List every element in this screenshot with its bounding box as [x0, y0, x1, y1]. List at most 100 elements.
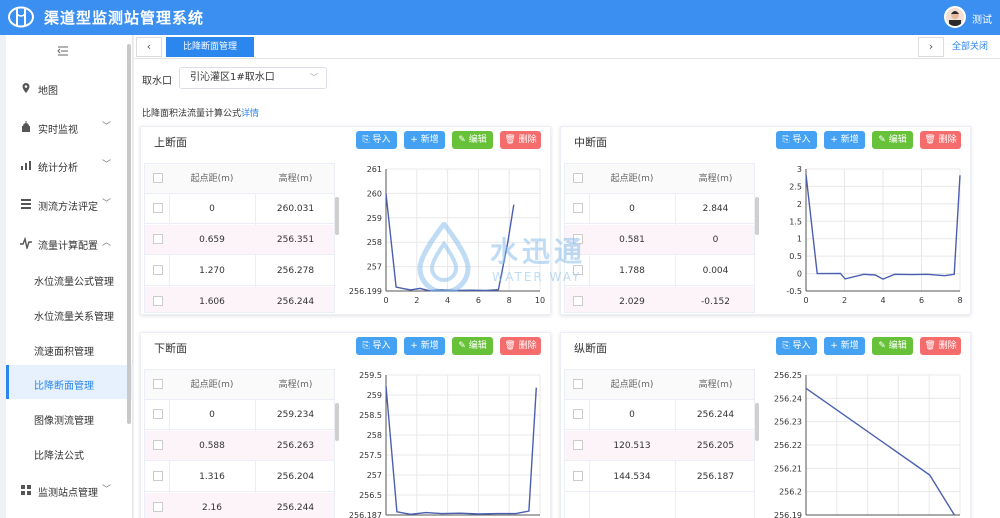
table-scrollbar[interactable] — [335, 403, 339, 441]
sidebar-item-stations[interactable]: 监测站点管理 ﹀ — [6, 475, 133, 505]
edit-button[interactable]: ✎ 编辑 — [452, 337, 493, 355]
add-button[interactable]: + 新增 — [404, 337, 445, 355]
select-all-checkbox[interactable] — [573, 379, 583, 389]
table-row[interactable]: 144.534 256.187 — [565, 462, 754, 492]
select-all-checkbox[interactable] — [153, 173, 163, 183]
row-checkbox[interactable] — [153, 234, 163, 244]
table-row[interactable]: 1.788 0.004 — [565, 256, 754, 286]
formula-detail-link[interactable]: 详情 — [241, 109, 259, 119]
edit-button[interactable]: ✎ 编辑 — [452, 131, 493, 149]
row-checkbox[interactable] — [153, 296, 163, 306]
import-label: 导入 — [372, 135, 391, 145]
sidebar-item-method[interactable]: 测流方法评定 ﹀ — [6, 189, 133, 219]
table-scrollbar[interactable] — [755, 403, 759, 441]
row-checkbox[interactable] — [153, 440, 163, 450]
x-tick-label: 8 — [507, 296, 512, 305]
row-checkbox[interactable] — [573, 234, 583, 244]
close-all-tabs-button[interactable]: 全部关闭 — [952, 39, 988, 52]
y-tick-label: 3 — [797, 165, 802, 174]
tab-prev-button[interactable]: ‹ — [136, 37, 162, 57]
section-table: 起点距(m) 高程(m) 0 260.031 0.659 256.351 1.2… — [144, 163, 335, 313]
cell-elevation: 256.244 — [276, 503, 315, 513]
import-button[interactable]: ⎘ 导入 — [776, 337, 817, 355]
import-button[interactable]: ⎘ 导入 — [356, 337, 397, 355]
sidebar-scrollbar[interactable] — [127, 44, 131, 424]
table-row[interactable]: 0 2.844 — [565, 194, 754, 224]
edit-label: 编辑 — [888, 135, 907, 145]
table-row[interactable]: 1.270 256.278 — [145, 256, 334, 286]
table-row[interactable]: 0 259.234 — [145, 400, 334, 430]
select-all-checkbox[interactable] — [153, 379, 163, 389]
sidebar-sub-slope-formula[interactable]: 比降法公式 — [6, 438, 133, 468]
row-checkbox[interactable] — [573, 440, 583, 450]
line-chart: 32.521.510.50-0.50 2 4 6 8 — [786, 165, 962, 305]
y-tick-label: 256.25 — [774, 371, 802, 380]
cell-elevation: 256.263 — [276, 441, 315, 451]
sidebar-sub-image-flow[interactable]: 图像测流管理 — [6, 403, 133, 433]
sidebar-sub-velocity-area[interactable]: 流速面积管理 — [6, 334, 133, 364]
import-button[interactable]: ⎘ 导入 — [776, 131, 817, 149]
edit-button[interactable]: ✎ 编辑 — [872, 337, 913, 355]
sidebar-sub-formula[interactable]: 水位流量公式管理 — [6, 264, 133, 294]
delete-label: 删除 — [518, 135, 537, 145]
tab-next-button[interactable]: › — [918, 37, 944, 57]
table-row[interactable]: 120.513 256.205 — [565, 431, 754, 461]
user-name[interactable]: 测试 — [972, 11, 992, 26]
table-scrollbar[interactable] — [755, 197, 759, 235]
menu-collapse-icon[interactable] — [56, 44, 70, 58]
section-panel: 中断面 ⎘ 导入 + 新增 ✎ 编辑 🗑 删除 起点距(m) 高程(m) 0 2… — [560, 126, 971, 315]
sidebar-item-label: 统计分析 — [38, 163, 78, 174]
table-row[interactable]: 0.588 256.263 — [145, 431, 334, 461]
sidebar-item-realtime[interactable]: 实时监视 ﹀ — [6, 112, 133, 142]
sidebar-item-stats[interactable]: 统计分析 ﹀ — [6, 150, 133, 180]
avatar[interactable] — [944, 6, 966, 28]
table-row[interactable]: 0 256.244 — [565, 400, 754, 430]
table-row[interactable]: 1.606 256.244 — [145, 287, 334, 312]
row-checkbox[interactable] — [153, 409, 163, 419]
add-label: 新增 — [840, 135, 859, 145]
table-row[interactable]: 2.029 -0.152 — [565, 287, 754, 312]
add-button[interactable]: + 新增 — [824, 131, 865, 149]
y-tick-label: 259.5 — [359, 371, 382, 380]
row-checkbox[interactable] — [573, 203, 583, 213]
row-checkbox[interactable] — [573, 471, 583, 481]
table-row[interactable]: 2.16 256.244 — [145, 493, 334, 518]
table-row[interactable]: 1.316 256.204 — [145, 462, 334, 492]
row-checkbox[interactable] — [573, 265, 583, 275]
table-scrollbar[interactable] — [335, 197, 339, 235]
table-row[interactable]: 0.659 256.351 — [145, 225, 334, 255]
row-checkbox[interactable] — [153, 265, 163, 275]
add-button[interactable]: + 新增 — [404, 131, 445, 149]
delete-button[interactable]: 🗑 删除 — [500, 337, 541, 355]
select-all-checkbox[interactable] — [573, 173, 583, 183]
row-checkbox[interactable] — [153, 502, 163, 512]
sidebar-sub-slope-section[interactable]: 比降断面管理 — [6, 365, 133, 399]
active-indicator — [6, 365, 9, 399]
cell-distance: 1.788 — [619, 266, 645, 276]
sidebar-item-flow-config[interactable]: 流量计算配置 ︿ — [6, 228, 133, 258]
edit-button[interactable]: ✎ 编辑 — [872, 131, 913, 149]
table-row[interactable]: 0 260.031 — [145, 194, 334, 224]
tab-slope-section[interactable]: 比降断面管理 — [166, 37, 254, 57]
row-checkbox[interactable] — [153, 203, 163, 213]
row-checkbox[interactable] — [573, 409, 583, 419]
trash-icon: 🗑 — [504, 341, 519, 351]
sidebar-item-map[interactable]: 地图 — [6, 73, 133, 103]
cell-elevation: 256.204 — [276, 472, 315, 482]
panel-title: 纵断面 — [574, 342, 607, 355]
cell-elevation: 0.004 — [702, 266, 729, 276]
header-elevation: 高程(m) — [698, 174, 733, 184]
row-checkbox[interactable] — [573, 296, 583, 306]
delete-button[interactable]: 🗑 删除 — [500, 131, 541, 149]
map-pin-icon — [22, 83, 30, 93]
delete-button[interactable]: 🗑 删除 — [920, 131, 961, 149]
row-checkbox[interactable] — [153, 471, 163, 481]
delete-button[interactable]: 🗑 删除 — [920, 337, 961, 355]
intake-select[interactable]: 引沁灌区1#取水口 ﹀ — [179, 67, 327, 89]
import-button[interactable]: ⎘ 导入 — [356, 131, 397, 149]
cell-distance: 2.16 — [201, 503, 223, 513]
add-button[interactable]: + 新增 — [824, 337, 865, 355]
table-row[interactable]: 0.581 0 — [565, 225, 754, 255]
y-tick-label: 259 — [367, 391, 382, 400]
sidebar-sub-relation[interactable]: 水位流量关系管理 — [6, 299, 133, 329]
